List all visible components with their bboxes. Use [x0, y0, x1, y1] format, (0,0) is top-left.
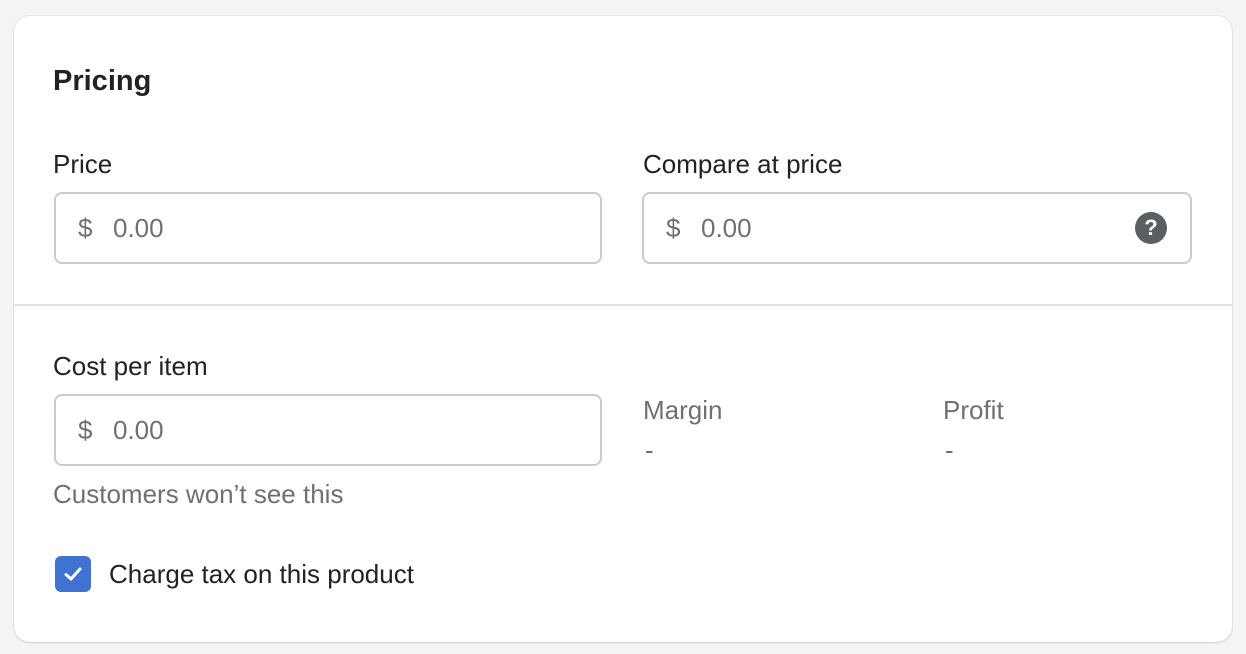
charge-tax-row[interactable]: Charge tax on this product: [55, 556, 414, 592]
cost-per-item-label: Cost per item: [53, 351, 208, 381]
section-divider: [14, 304, 1232, 306]
profit-value: -: [945, 435, 954, 465]
currency-prefix: $: [666, 212, 681, 243]
price-input[interactable]: [113, 194, 493, 262]
price-label: Price: [53, 149, 113, 179]
cost-per-item-field[interactable]: $: [54, 394, 602, 466]
currency-prefix: $: [78, 414, 93, 445]
margin-label: Margin: [643, 395, 723, 425]
pricing-card: Pricing Price $ Compare at price $ ? Cos…: [14, 16, 1232, 642]
cost-per-item-input[interactable]: [113, 396, 493, 464]
currency-prefix: $: [78, 212, 93, 243]
charge-tax-label: Charge tax on this product: [109, 559, 414, 589]
profit-label: Profit: [943, 395, 1004, 425]
compare-at-price-label: Compare at price: [643, 149, 843, 179]
margin-value: -: [645, 435, 654, 465]
compare-at-price-field[interactable]: $ ?: [642, 192, 1192, 264]
card-title: Pricing: [53, 65, 152, 97]
compare-at-price-input[interactable]: [701, 194, 1081, 262]
question-circle-icon[interactable]: ?: [1135, 212, 1167, 244]
checkmark-icon: [64, 567, 82, 581]
charge-tax-checkbox[interactable]: [55, 556, 91, 592]
price-field[interactable]: $: [54, 192, 602, 264]
cost-help-text: Customers won’t see this: [53, 479, 344, 509]
